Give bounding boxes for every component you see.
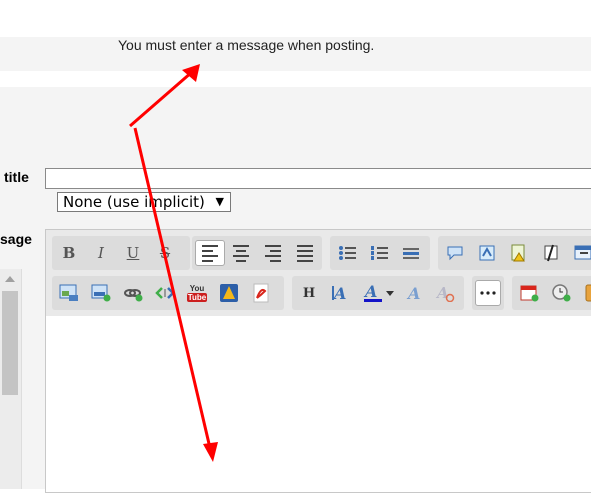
scroll-up-icon[interactable] — [5, 276, 15, 282]
code-button[interactable] — [474, 240, 500, 266]
title-label: title — [4, 169, 29, 185]
image-upload-icon — [91, 284, 111, 302]
code-icon — [479, 245, 495, 261]
align-right-button[interactable] — [260, 240, 286, 266]
font-size-icon: A — [332, 284, 346, 302]
numbered-list-icon — [371, 246, 388, 260]
heading-button[interactable]: H — [296, 280, 322, 306]
attachment-button[interactable] — [580, 280, 591, 306]
horizontal-rule-icon — [403, 248, 419, 259]
more-icon — [480, 291, 496, 295]
mention-icon — [544, 244, 558, 262]
align-center-icon — [233, 244, 249, 262]
list-group — [330, 236, 430, 270]
media-group: You Tube — [52, 276, 284, 310]
insert-group — [438, 236, 591, 270]
font-family-icon: A — [406, 284, 420, 302]
time-icon — [552, 284, 571, 302]
more-group — [472, 276, 504, 310]
alignment-group — [192, 236, 322, 270]
message-editor: B I U S You Tube H A A A A — [45, 229, 591, 493]
image-button[interactable] — [56, 280, 82, 306]
unlink-button[interactable] — [152, 280, 178, 306]
error-message: You must enter a message when posting. — [118, 37, 375, 53]
numbered-list-button[interactable] — [366, 240, 392, 266]
image-upload-button[interactable] — [88, 280, 114, 306]
title-input[interactable] — [45, 168, 591, 189]
google-drive-button[interactable] — [216, 280, 242, 306]
message-label: sage — [0, 231, 32, 247]
bullet-list-button[interactable] — [334, 240, 360, 266]
bold-button[interactable]: B — [56, 240, 82, 266]
table-button[interactable] — [570, 240, 591, 266]
section-separator — [0, 71, 591, 87]
youtube-button[interactable]: You Tube — [184, 280, 210, 306]
strikethrough-button[interactable]: S — [152, 240, 178, 266]
calendar-button[interactable] — [516, 280, 542, 306]
image-icon — [59, 284, 78, 301]
pdf-button[interactable] — [248, 280, 274, 306]
font-group: H A A A A — [292, 276, 464, 310]
mention-button[interactable] — [538, 240, 564, 266]
spoiler-icon — [511, 244, 525, 262]
font-color-icon: A — [363, 283, 394, 302]
editor-toolbar: B I U S You Tube H A A A A — [46, 230, 591, 317]
scroll-thumb[interactable] — [2, 291, 18, 395]
link-button[interactable] — [120, 280, 146, 306]
google-drive-icon — [220, 284, 238, 302]
align-left-button[interactable] — [195, 240, 225, 266]
justify-icon — [297, 244, 313, 262]
font-family-button[interactable]: A — [402, 280, 428, 306]
quote-icon — [447, 246, 463, 261]
align-right-icon — [265, 244, 281, 262]
pdf-icon — [253, 283, 269, 303]
svg-text:A: A — [332, 284, 346, 302]
prefix-select[interactable]: None (use implicit) ▼ — [57, 192, 231, 212]
attachment-icon — [585, 284, 591, 302]
text-style-group: B I U S — [52, 236, 190, 270]
svg-text:A: A — [406, 284, 420, 302]
prefix-selected-value: None (use implicit) — [63, 193, 205, 211]
more-button[interactable] — [475, 280, 501, 306]
align-center-button[interactable] — [228, 240, 254, 266]
quote-button[interactable] — [442, 240, 468, 266]
message-textarea[interactable] — [46, 316, 591, 492]
font-color-button[interactable]: A — [360, 280, 398, 306]
left-scrollbar[interactable] — [0, 269, 22, 489]
underline-button[interactable]: U — [120, 240, 146, 266]
justify-button[interactable] — [292, 240, 318, 266]
chevron-down-icon: ▼ — [215, 195, 224, 208]
remove-format-icon: A — [435, 284, 455, 302]
spoiler-button[interactable] — [506, 240, 532, 266]
link-icon — [124, 289, 143, 302]
remove-format-button[interactable]: A — [432, 280, 458, 306]
bullet-list-icon — [339, 246, 356, 260]
calendar-icon — [520, 285, 539, 302]
svg-text:A: A — [363, 283, 377, 301]
time-button[interactable] — [548, 280, 574, 306]
font-size-button[interactable]: A — [328, 280, 354, 306]
extras-group — [512, 276, 591, 310]
unlink-icon — [155, 287, 175, 299]
youtube-icon: You Tube — [186, 284, 208, 302]
align-left-icon — [202, 244, 218, 262]
table-icon — [574, 245, 591, 260]
horizontal-rule-button[interactable] — [398, 240, 424, 266]
italic-button[interactable]: I — [88, 240, 114, 266]
